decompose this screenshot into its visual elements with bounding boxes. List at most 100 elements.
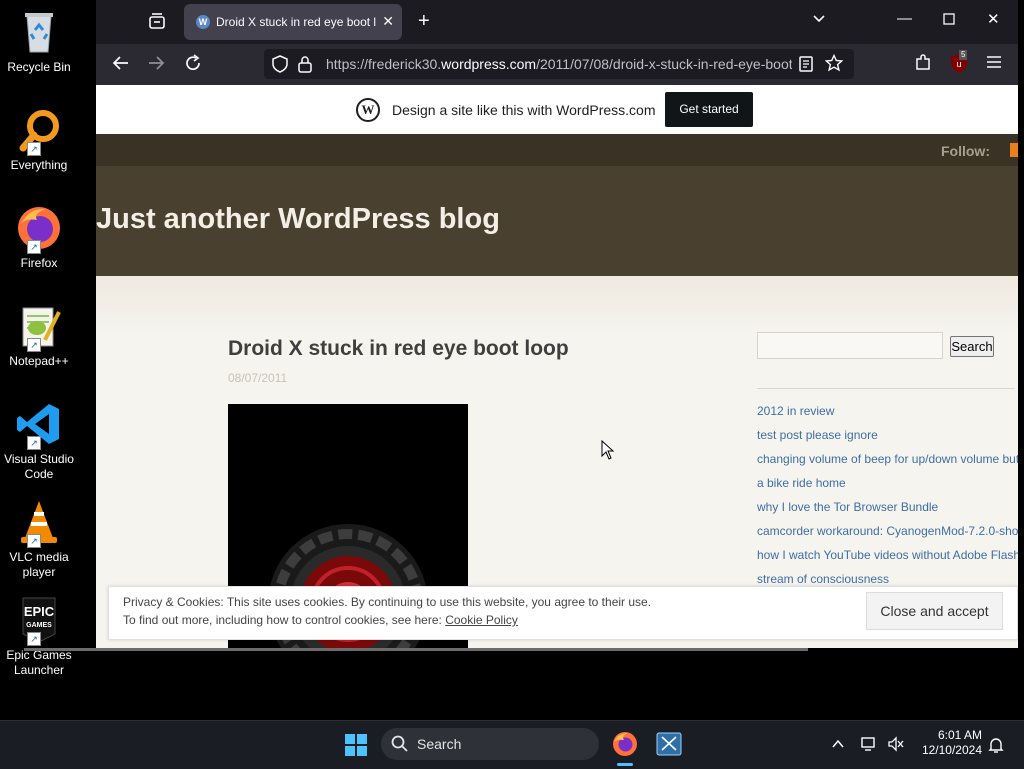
vscode-icon: ↗ (15, 400, 63, 450)
recent-post-link[interactable]: how I watch YouTube videos without Adobe… (757, 548, 1018, 572)
recent-post-link[interactable]: camcorder workaround: CyanogenMod-7.2.0-… (757, 524, 1018, 548)
wordpress-promo-text: Design a site like this with WordPress.c… (392, 102, 656, 118)
extensions-puzzle-icon[interactable] (914, 54, 932, 77)
desktop-icon-vlc[interactable]: ↗ VLC media player (2, 498, 76, 580)
desktop-icon-label: Everything (10, 158, 68, 172)
cookie-policy-link[interactable]: Cookie Policy (445, 613, 518, 627)
reader-view-icon[interactable] (798, 55, 814, 76)
ublock-origin-icon[interactable]: u 5 (949, 50, 969, 79)
close-window-button[interactable]: ✕ (987, 10, 1000, 28)
firefox-window: W Droid X stuck in red eye boot loop ✕ +… (96, 0, 1018, 648)
list-all-tabs-icon[interactable] (812, 12, 826, 30)
url-bar[interactable]: https://frederick30.wordpress.com/2011/0… (264, 49, 854, 79)
taskbar: Search 6:01 AM 12/10/2024 (0, 720, 1024, 769)
desktop-icon-label: Epic Games Launcher (6, 648, 72, 677)
desktop-icon-label: Recycle Bin (7, 60, 71, 74)
shortcut-arrow-icon: ↗ (27, 142, 41, 156)
tab-close-icon[interactable]: ✕ (382, 13, 394, 30)
shortcut-arrow-icon: ↗ (27, 436, 41, 450)
sidebar-search-input[interactable] (757, 332, 943, 359)
tracking-protection-shield-icon[interactable] (272, 55, 288, 76)
new-tab-button[interactable]: + (418, 10, 430, 33)
desktop-icon-everything[interactable]: ↗ Everything (2, 106, 76, 173)
mouse-cursor-icon (601, 439, 615, 465)
navigation-toolbar: https://frederick30.wordpress.com/2011/0… (96, 44, 1018, 85)
tab-bar: W Droid X stuck in red eye boot loop ✕ +… (96, 0, 1018, 44)
app-menu-icon[interactable] (986, 54, 1002, 75)
tab-title: Droid X stuck in red eye boot loop (216, 15, 376, 29)
close-and-accept-button[interactable]: Close and accept (866, 592, 1003, 630)
desktop-icon-vscode[interactable]: ↗ Visual Studio Code (2, 400, 76, 482)
cookie-text-line1: Privacy & Cookies: This site uses cookie… (123, 595, 652, 609)
desktop-icon-firefox[interactable]: ↗ Firefox (2, 204, 76, 271)
tab-active[interactable]: W Droid X stuck in red eye boot loop ✕ (184, 4, 402, 40)
tab-manager-icon[interactable] (148, 12, 166, 34)
follow-label: Follow: (941, 143, 990, 159)
post-title[interactable]: Droid X stuck in red eye boot loop (228, 337, 569, 361)
taskbar-search-label: Search (417, 736, 462, 752)
vlc-icon: ↗ (15, 498, 63, 548)
desktop-icon-label: Notepad++ (9, 354, 69, 368)
recent-post-link[interactable]: a bike ride home (757, 476, 1018, 500)
windows-start-icon[interactable] (344, 733, 368, 762)
recent-post-link[interactable]: 2012 in review (757, 404, 1018, 428)
site-header: Just another WordPress blog (96, 166, 1018, 276)
search-icon (391, 735, 409, 756)
wordpress-logo-icon: W (356, 98, 380, 122)
horizontal-scrollbar[interactable] (24, 648, 808, 651)
lock-icon[interactable] (298, 55, 312, 76)
url-text[interactable]: https://frederick30.wordpress.com/2011/0… (326, 56, 792, 72)
network-icon[interactable] (861, 736, 879, 757)
clock-time: 6:01 AM (937, 728, 982, 742)
cookie-banner: Privacy & Cookies: This site uses cookie… (108, 586, 1018, 640)
active-app-indicator (617, 763, 633, 766)
desktop-icon-label: Visual Studio Code (4, 452, 74, 481)
desktop-icon-label: Firefox (20, 256, 58, 270)
taskbar-snipping-tool-icon[interactable] (656, 732, 682, 761)
post-date[interactable]: 08/07/2011 (228, 371, 287, 385)
clock-date: 12/10/2024 (921, 743, 982, 757)
rss-icon[interactable] (1010, 143, 1018, 157)
desktop-icon-epic-games[interactable]: EPIC GAMES ↗ Epic Games Launcher (2, 596, 76, 678)
back-icon[interactable] (112, 54, 130, 77)
sidebar-search-button[interactable]: Search (950, 336, 994, 357)
reload-icon[interactable] (184, 54, 202, 77)
shortcut-arrow-icon: ↗ (27, 338, 41, 352)
notepadpp-icon: ↗ (15, 302, 63, 352)
epic-games-icon: EPIC GAMES ↗ (15, 596, 63, 646)
svg-text:GAMES: GAMES (26, 622, 52, 629)
wordpress-favicon-icon: W (196, 15, 210, 29)
extension-badge: 5 (959, 50, 968, 60)
system-clock[interactable]: 6:01 AM 12/10/2024 (914, 728, 982, 758)
site-title[interactable]: Just another WordPress blog (96, 203, 500, 236)
recent-post-link[interactable]: why I love the Tor Browser Bundle (757, 500, 1018, 524)
cookie-text-line2: To find out more, including how to contr… (123, 613, 518, 627)
recent-post-link[interactable]: changing volume of beep for up/down volu… (757, 452, 1018, 476)
svg-text:u: u (956, 59, 961, 69)
show-hidden-icons-chevron-icon[interactable] (832, 737, 844, 755)
taskbar-search-box[interactable]: Search (381, 728, 599, 760)
desktop-icon-label: VLC media player (9, 550, 69, 579)
maximize-button[interactable] (943, 12, 955, 29)
get-started-button[interactable]: Get started (665, 92, 753, 127)
taskbar-firefox-icon[interactable] (612, 731, 638, 762)
notification-bell-icon[interactable] (988, 736, 1004, 759)
sidebar-divider (757, 388, 1015, 389)
follow-bar: Follow: (96, 134, 1018, 166)
minimize-button[interactable]: — (897, 10, 912, 27)
volume-muted-icon[interactable] (887, 736, 905, 757)
recent-posts-list: 2012 in review test post please ignore c… (757, 404, 1018, 596)
recycle-bin-icon (15, 8, 63, 56)
shortcut-arrow-icon: ↗ (27, 240, 41, 254)
desktop-icon-notepadpp[interactable]: ↗ Notepad++ (2, 302, 76, 369)
forward-icon[interactable] (147, 54, 165, 77)
firefox-icon: ↗ (15, 204, 63, 254)
shortcut-arrow-icon: ↗ (27, 534, 41, 548)
everything-search-icon: ↗ (15, 106, 63, 156)
wordpress-promo-bar: W Design a site like this with WordPress… (96, 85, 1018, 134)
bookmark-star-icon[interactable] (824, 53, 844, 75)
recent-post-link[interactable]: test post please ignore (757, 428, 1018, 452)
shortcut-arrow-icon: ↗ (27, 632, 41, 646)
desktop-icon-recycle-bin[interactable]: Recycle Bin (2, 8, 76, 75)
svg-text:EPIC: EPIC (24, 604, 55, 619)
